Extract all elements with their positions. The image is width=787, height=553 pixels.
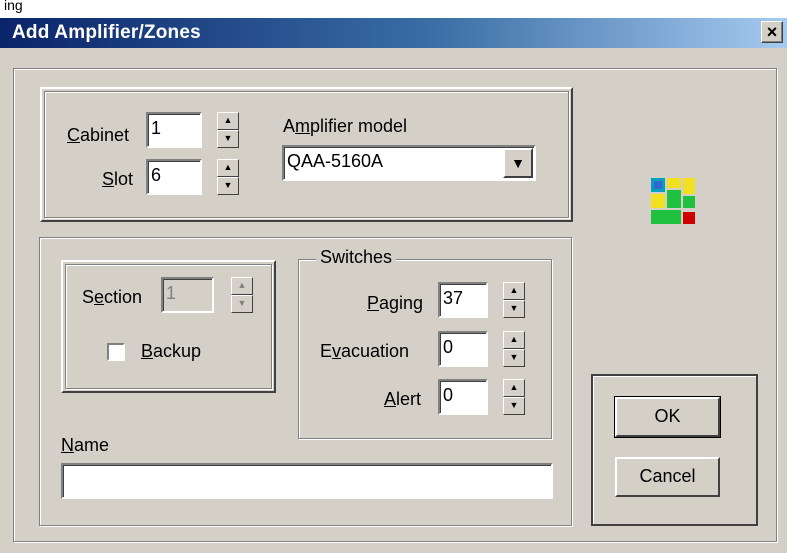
amplifier-model-select[interactable]: QAA-5160A (282, 145, 536, 181)
section-input[interactable]: 1 (161, 277, 214, 313)
amplifier-model-label: Amplifier model (283, 116, 408, 136)
close-button[interactable]: × (761, 21, 783, 43)
spin-down-icon[interactable]: ▼ (503, 349, 525, 367)
backup-label: Backup (141, 341, 202, 361)
spin-down-icon[interactable]: ▼ (503, 397, 525, 415)
slot-spinner[interactable]: ▲ ▼ (217, 159, 239, 195)
spin-down-icon[interactable]: ▼ (503, 300, 525, 318)
evacuation-label: Evacuation (320, 341, 410, 361)
cancel-button[interactable]: Cancel (615, 457, 720, 497)
title-bar[interactable]: Add Amplifier/Zones × (0, 18, 787, 48)
cabinet-label: Cabinet (67, 125, 130, 145)
alert-spinner[interactable]: ▲ ▼ (503, 379, 525, 415)
evacuation-spinner[interactable]: ▲ ▼ (503, 331, 525, 367)
ok-button[interactable]: OK (614, 396, 721, 438)
zones-app-icon (651, 178, 695, 224)
slot-label: Slot (102, 169, 134, 189)
spin-up-icon[interactable]: ▲ (217, 159, 239, 177)
name-label: Name (61, 435, 110, 455)
section-spinner: ▲ ▼ (231, 277, 253, 313)
close-icon: × (766, 22, 778, 42)
alert-label: Alert (384, 389, 422, 409)
cabinet-spinner[interactable]: ▲ ▼ (217, 112, 239, 148)
spin-up-icon[interactable]: ▲ (503, 331, 525, 349)
name-input[interactable] (61, 463, 553, 499)
paging-input[interactable]: 37 (438, 282, 488, 318)
switches-title: Switches (316, 247, 397, 268)
spin-down-icon[interactable]: ▼ (217, 130, 239, 148)
spin-up-icon[interactable]: ▲ (503, 282, 525, 300)
slot-input[interactable]: 6 (146, 159, 202, 195)
evacuation-input[interactable]: 0 (438, 331, 488, 367)
cabinet-input[interactable]: 1 (146, 112, 202, 148)
chevron-down-icon[interactable]: ▼ (503, 148, 533, 178)
alert-input[interactable]: 0 (438, 379, 488, 415)
section-label: Section (82, 287, 143, 307)
spin-down-icon: ▼ (231, 295, 253, 313)
paging-spinner[interactable]: ▲ ▼ (503, 282, 525, 318)
background-fragment: ing (0, 0, 787, 18)
spin-down-icon[interactable]: ▼ (217, 177, 239, 195)
window-title: Add Amplifier/Zones (12, 22, 201, 43)
spin-up-icon: ▲ (231, 277, 253, 295)
backup-checkbox[interactable] (107, 343, 125, 361)
spin-up-icon[interactable]: ▲ (217, 112, 239, 130)
spin-up-icon[interactable]: ▲ (503, 379, 525, 397)
paging-label: Paging (367, 293, 424, 313)
